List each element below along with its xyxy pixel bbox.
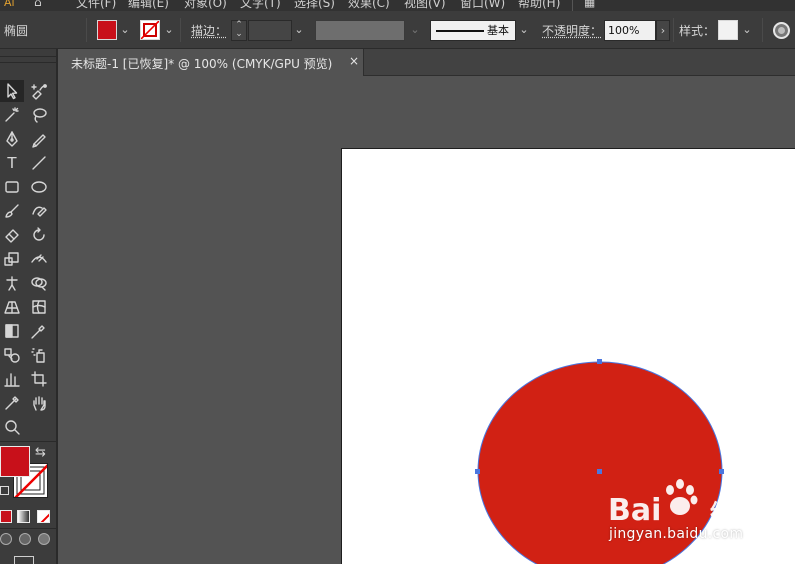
anchor-point-left[interactable]: [475, 469, 480, 474]
illustrator-window: Ai ⌂ 文件(F) 编辑(E) 对象(O) 文字(T) 选择(S) 效果(C)…: [0, 0, 795, 564]
anchor-point-top[interactable]: [597, 359, 602, 364]
svg-text:经验: 经验: [710, 500, 754, 526]
anchor-point-right[interactable]: [719, 469, 724, 474]
svg-text:Bai: Bai: [608, 493, 661, 526]
watermark-url: jingyan.baidu.com: [609, 526, 744, 542]
ellipse-center-point[interactable]: [597, 469, 602, 474]
